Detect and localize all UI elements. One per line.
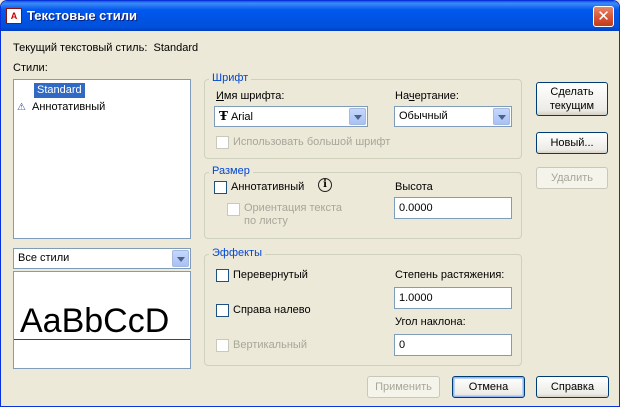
- orientation-checkbox[interactable]: [227, 203, 240, 216]
- font-style-combo[interactable]: Обычный: [394, 106, 512, 127]
- vertical-label: Вертикальный: [233, 339, 307, 351]
- title-bar[interactable]: A Текстовые стили ✕: [1, 1, 619, 31]
- help-button[interactable]: Справка: [536, 376, 609, 398]
- current-style-value: Standard: [153, 42, 199, 54]
- apply-button[interactable]: Применить: [367, 376, 440, 398]
- styles-label: Стили:: [13, 62, 48, 74]
- upside-down-checkbox[interactable]: [216, 269, 229, 282]
- styles-filter-combo[interactable]: Все стили: [13, 248, 191, 269]
- style-item-standard[interactable]: Standard: [34, 83, 85, 98]
- font-name-label: Имя шрифта:: [216, 90, 285, 102]
- big-font-label: Использовать большой шрифт: [233, 136, 391, 148]
- font-group-title: Шрифт: [209, 72, 252, 84]
- styles-filter-value: Все стили: [18, 252, 70, 264]
- orientation-label-line2: по листу: [244, 215, 288, 227]
- preview-sample-text: AaBbCcD: [20, 302, 170, 340]
- size-group-title: Размер: [209, 165, 253, 177]
- info-icon[interactable]: i: [318, 178, 332, 192]
- set-current-button[interactable]: Сделать текущим: [536, 82, 608, 116]
- font-style-value: Обычный: [399, 110, 448, 122]
- font-name-combo[interactable]: Ŧ Arial: [214, 106, 368, 127]
- effects-group-title: Эффекты: [209, 247, 266, 259]
- set-current-line2: текущим: [549, 100, 595, 112]
- height-input[interactable]: 0.0000: [394, 197, 512, 219]
- big-font-checkbox[interactable]: [216, 136, 229, 149]
- backwards-label: Справа налево: [233, 304, 311, 316]
- height-label: Высота: [395, 181, 433, 193]
- oblique-input[interactable]: 0: [394, 334, 512, 356]
- annotative-icon: ⚠: [17, 102, 26, 113]
- style-item-label: Аннотативный: [32, 101, 106, 113]
- current-style-label: Текущий текстовый стиль: Standard: [13, 42, 199, 54]
- font-style-label: Начертание:: [395, 90, 459, 102]
- styles-listbox[interactable]: Standard ⚠ Аннотативный: [13, 79, 191, 239]
- upside-down-label: Перевернутый: [233, 269, 308, 281]
- close-button[interactable]: ✕: [593, 6, 614, 27]
- close-icon: ✕: [597, 7, 610, 25]
- delete-button[interactable]: Удалить: [536, 167, 608, 189]
- truetype-icon: Ŧ: [219, 109, 228, 123]
- vertical-checkbox[interactable]: [216, 339, 229, 352]
- width-factor-label: Степень растяжения:: [395, 269, 505, 281]
- cancel-button[interactable]: Отмена: [452, 376, 525, 398]
- width-factor-input[interactable]: 1.0000: [394, 287, 512, 309]
- oblique-label: Угол наклона:: [395, 316, 466, 328]
- font-name-value: Arial: [230, 111, 253, 123]
- preview-baseline: [14, 339, 190, 340]
- new-button[interactable]: Новый...: [536, 132, 608, 154]
- orientation-label-line1: Ориентация текста: [244, 202, 343, 214]
- backwards-checkbox[interactable]: [216, 304, 229, 317]
- dialog-window: A Текстовые стили ✕ Текущий текстовый ст…: [0, 0, 620, 407]
- window-title: Текстовые стили: [27, 8, 137, 23]
- chevron-down-icon[interactable]: [493, 108, 510, 125]
- autocad-app-icon[interactable]: A: [6, 8, 22, 24]
- annotative-label: Аннотативный: [231, 181, 305, 193]
- annotative-checkbox[interactable]: [214, 181, 227, 194]
- chevron-down-icon[interactable]: [172, 250, 189, 267]
- chevron-down-icon[interactable]: [349, 108, 366, 125]
- set-current-line1: Сделать: [550, 86, 594, 98]
- text-preview: AaBbCcD: [13, 271, 191, 369]
- style-item-annotative[interactable]: ⚠ Аннотативный: [17, 100, 105, 115]
